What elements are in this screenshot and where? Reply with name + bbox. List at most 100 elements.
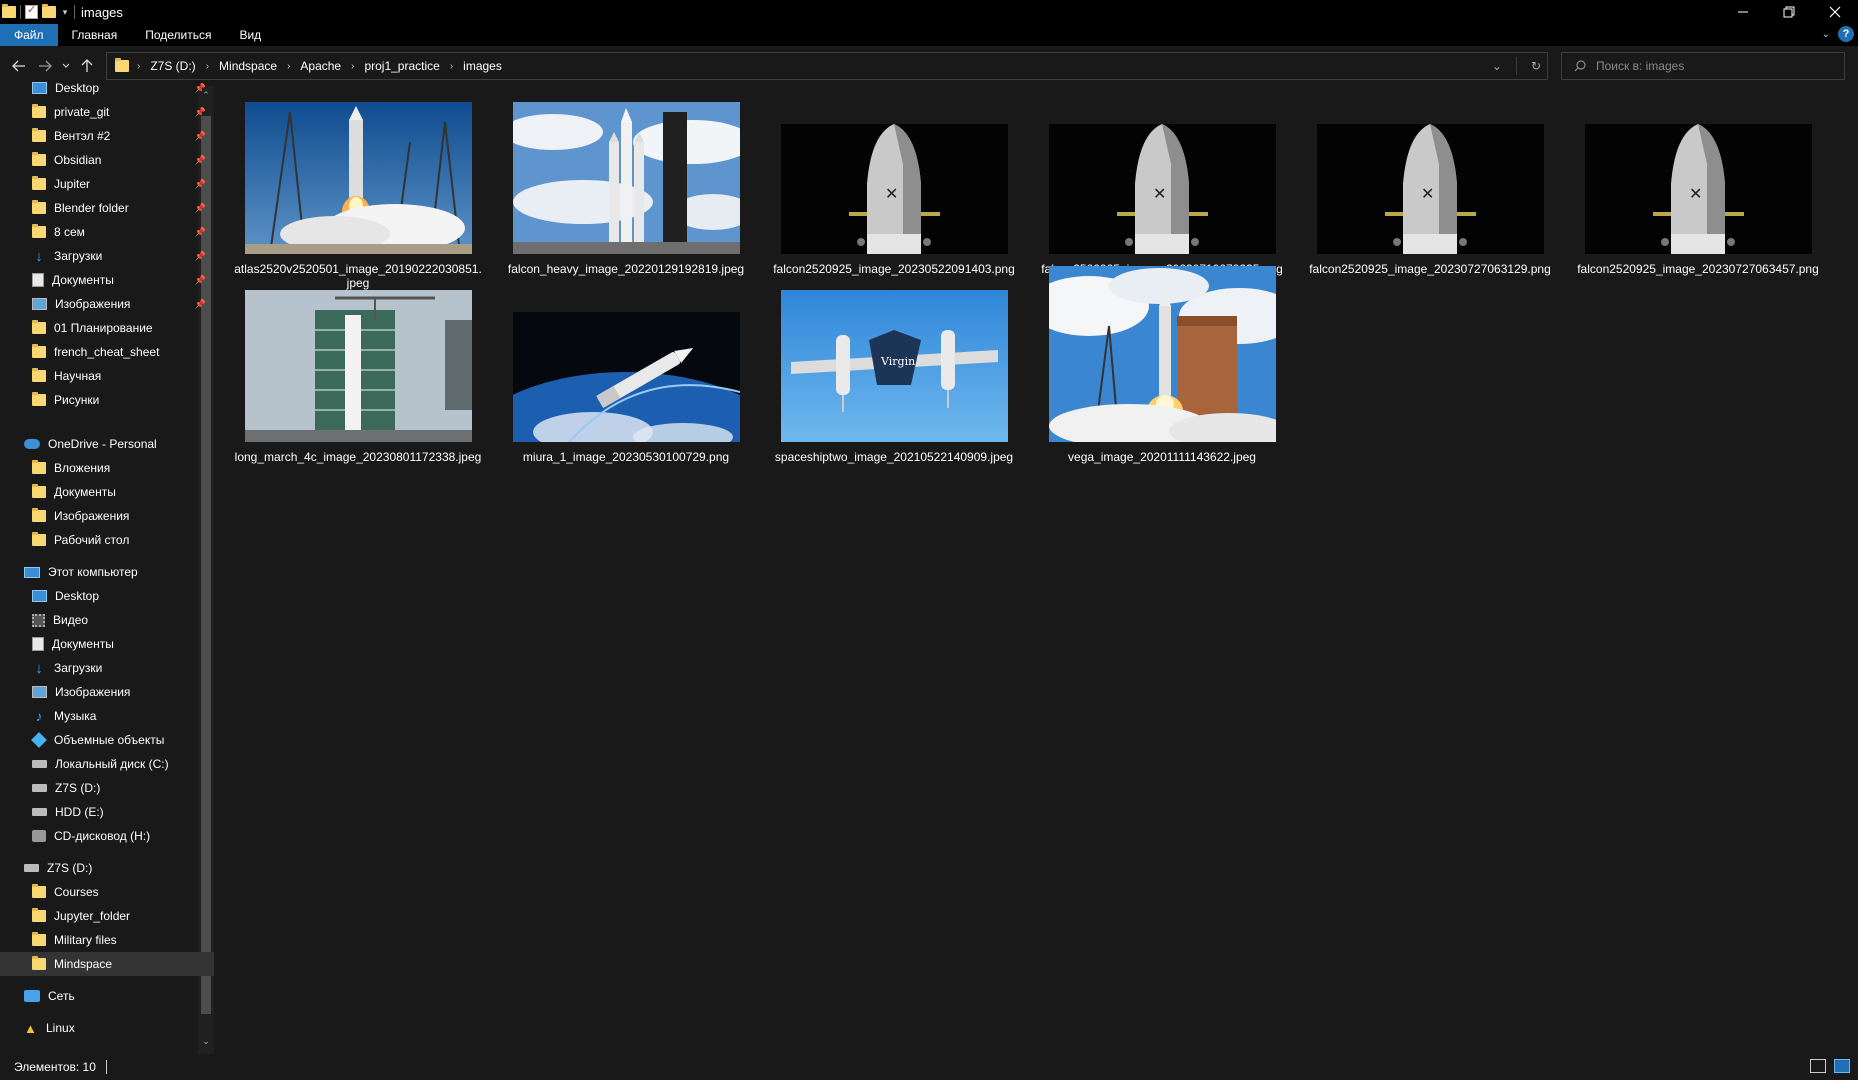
breadcrumb-proj1-practice[interactable]: proj1_practice	[364, 59, 439, 73]
tab-file[interactable]: Файл	[0, 24, 58, 46]
item-count: Элементов: 10	[14, 1060, 96, 1074]
sidebar-item-drive-d-2[interactable]: Military files	[0, 928, 214, 952]
search-input[interactable]: Поиск в: images	[1561, 52, 1845, 80]
minimize-button[interactable]	[1720, 0, 1766, 24]
large-icons-view-button[interactable]	[1834, 1059, 1850, 1073]
restore-button[interactable]	[1766, 0, 1812, 24]
file-thumbnail-falcon-heavy	[513, 102, 740, 254]
sidebar-item-pc-3[interactable]: ↓ Загрузки	[0, 656, 214, 680]
address-bar[interactable]: › Z7S (D:) › Mindspace › Apache › proj1_…	[106, 52, 1548, 80]
close-button[interactable]	[1812, 0, 1858, 24]
folder-icon	[32, 128, 46, 142]
sidebar-section-linux[interactable]: ▲ Linux	[0, 1016, 214, 1040]
sidebar-section-drive-d[interactable]: Z7S (D:)	[0, 856, 214, 880]
sidebar-section-network[interactable]: Сеть	[0, 984, 214, 1008]
file-tile[interactable]: long_march_4c_image_20230801172338.jpeg	[233, 290, 483, 475]
file-tile[interactable]: ✕ falcon2520925_image_20230710073235.png	[1037, 102, 1287, 287]
sidebar-item-onedrive-1[interactable]: Документы	[0, 480, 214, 504]
file-tile[interactable]: ✕ falcon2520925_image_20230727063457.png	[1573, 102, 1823, 287]
sidebar-item-qa-13[interactable]: Рисунки	[0, 388, 214, 412]
folder-icon	[32, 320, 46, 334]
breadcrumb-separator[interactable]: ›	[206, 61, 209, 72]
tab-view[interactable]: Вид	[225, 24, 275, 46]
sidebar-item-label: Изображения	[54, 509, 130, 523]
sidebar-item-drive-d-3[interactable]: Mindspace	[0, 952, 214, 976]
sidebar-item-onedrive-0[interactable]: Вложения	[0, 456, 214, 480]
file-tile[interactable]: vega_image_20201111143622.jpeg	[1037, 266, 1287, 475]
svg-text:Virgin: Virgin	[880, 355, 915, 368]
sidebar-item-label: Научная	[54, 369, 102, 383]
sidebar-item-pc-10[interactable]: CD-дисковод (H:)	[0, 824, 214, 848]
sidebar-item-qa-4[interactable]: Jupiter 📌	[0, 172, 214, 196]
sidebar-item-qa-9[interactable]: Изображения 📌	[0, 292, 214, 316]
download-icon: ↓	[35, 247, 43, 265]
sidebar-item-onedrive-3[interactable]: Рабочий стол	[0, 528, 214, 552]
breadcrumb-separator[interactable]: ›	[287, 61, 290, 72]
sidebar-item-qa-10[interactable]: 01 Планирование	[0, 316, 214, 340]
sidebar-item-qa-3[interactable]: Obsidian 📌	[0, 148, 214, 172]
sidebar-item-qa-7[interactable]: ↓ Загрузки 📌	[0, 244, 214, 268]
chevron-down-icon	[62, 63, 70, 68]
sidebar-item-pc-2[interactable]: Документы	[0, 632, 214, 656]
sidebar-item-drive-d-1[interactable]: Jupyter_folder	[0, 904, 214, 928]
file-tile[interactable]: ✕ falcon2520925_image_20230522091403.png	[769, 102, 1019, 287]
sidebar-item-qa-8[interactable]: Документы 📌	[0, 268, 214, 292]
help-icon[interactable]: ?	[1838, 26, 1854, 42]
new-folder-icon[interactable]	[42, 4, 56, 18]
sidebar-item-label: Загрузки	[54, 249, 103, 263]
breadcrumb-separator[interactable]: ›	[351, 61, 354, 72]
folder-icon	[115, 58, 129, 72]
expand-ribbon-icon[interactable]: ⌄	[1822, 29, 1830, 40]
search-icon	[1574, 60, 1586, 72]
folder-icon	[32, 932, 46, 946]
breadcrumb-images[interactable]: images	[463, 59, 502, 73]
breadcrumb-separator[interactable]: ›	[450, 61, 453, 72]
folder-icon	[32, 484, 46, 498]
sidebar-item-pc-8[interactable]: Z7S (D:)	[0, 776, 214, 800]
breadcrumb-apache[interactable]: Apache	[300, 59, 341, 73]
pin-icon: 📌	[194, 226, 206, 237]
file-tile[interactable]: falcon_heavy_image_20220129192819.jpeg	[501, 102, 751, 287]
file-tile[interactable]: ✕ falcon2520925_image_20230727063129.png	[1305, 102, 1555, 287]
address-history-dropdown-icon[interactable]: ⌄	[1492, 59, 1502, 73]
sidebar-item-pc-4[interactable]: Изображения	[0, 680, 214, 704]
tab-share[interactable]: Поделиться	[131, 24, 225, 46]
tab-home[interactable]: Главная	[58, 24, 132, 46]
sidebar-item-qa-12[interactable]: Научная	[0, 364, 214, 388]
sidebar-item-qa-11[interactable]: french_cheat_sheet	[0, 340, 214, 364]
sidebar-item-qa-5[interactable]: Blender folder 📌	[0, 196, 214, 220]
folder-icon	[32, 368, 46, 382]
video-icon	[32, 613, 45, 627]
breadcrumb-separator[interactable]: ›	[137, 61, 140, 72]
desktop-icon	[32, 590, 47, 602]
sidebar-item-pc-9[interactable]: HDD (E:)	[0, 800, 214, 824]
sidebar-item-qa-1[interactable]: private_git 📌	[0, 100, 214, 124]
sidebar-item-onedrive-2[interactable]: Изображения	[0, 504, 214, 528]
file-tile[interactable]: atlas2520v2520501_image_20190222030851.j…	[233, 102, 483, 290]
sidebar-item-pc-0[interactable]: Desktop	[0, 584, 214, 608]
breadcrumb-mindspace[interactable]: Mindspace	[219, 59, 277, 73]
refresh-icon[interactable]: ↻	[1531, 59, 1541, 73]
navigation-pane: ⌃ ⌄ Desktop 📌 private_git 📌 Вентэл #2 📌 Obsidi…	[0, 81, 216, 1054]
sidebar-section-onedrive[interactable]: OneDrive - Personal	[0, 432, 214, 456]
3d-objects-icon	[31, 732, 47, 748]
sidebar-section-this-pc[interactable]: Этот компьютер	[0, 560, 214, 584]
file-tile[interactable]: miura_1_image_20230530100729.png	[501, 290, 751, 475]
quick-access-toolbar-dropdown-icon[interactable]: ▾	[60, 7, 70, 18]
sidebar-item-qa-6[interactable]: 8 сем 📌	[0, 220, 214, 244]
divider	[105, 1060, 107, 1074]
properties-icon[interactable]	[25, 3, 38, 19]
sidebar-item-pc-6[interactable]: Объемные объекты	[0, 728, 214, 752]
details-view-button[interactable]	[1810, 1059, 1826, 1073]
sidebar-item-drive-d-0[interactable]: Courses	[0, 880, 214, 904]
sidebar-item-pc-5[interactable]: ♪ Музыка	[0, 704, 214, 728]
sidebar-item-label: Вентэл #2	[54, 129, 111, 143]
sidebar-item-qa-0[interactable]: Desktop 📌	[0, 76, 214, 100]
breadcrumb-drive[interactable]: Z7S (D:)	[150, 59, 195, 73]
sidebar-item-pc-1[interactable]: Видео	[0, 608, 214, 632]
sidebar-item-pc-7[interactable]: Локальный диск (C:)	[0, 752, 214, 776]
file-thumbnail-falcon-fairing: ✕	[1317, 124, 1544, 254]
folder-icon	[32, 956, 46, 970]
sidebar-item-qa-2[interactable]: Вентэл #2 📌	[0, 124, 214, 148]
file-tile[interactable]: Virgin spaceshiptwo_image_20210522140909…	[769, 290, 1019, 475]
